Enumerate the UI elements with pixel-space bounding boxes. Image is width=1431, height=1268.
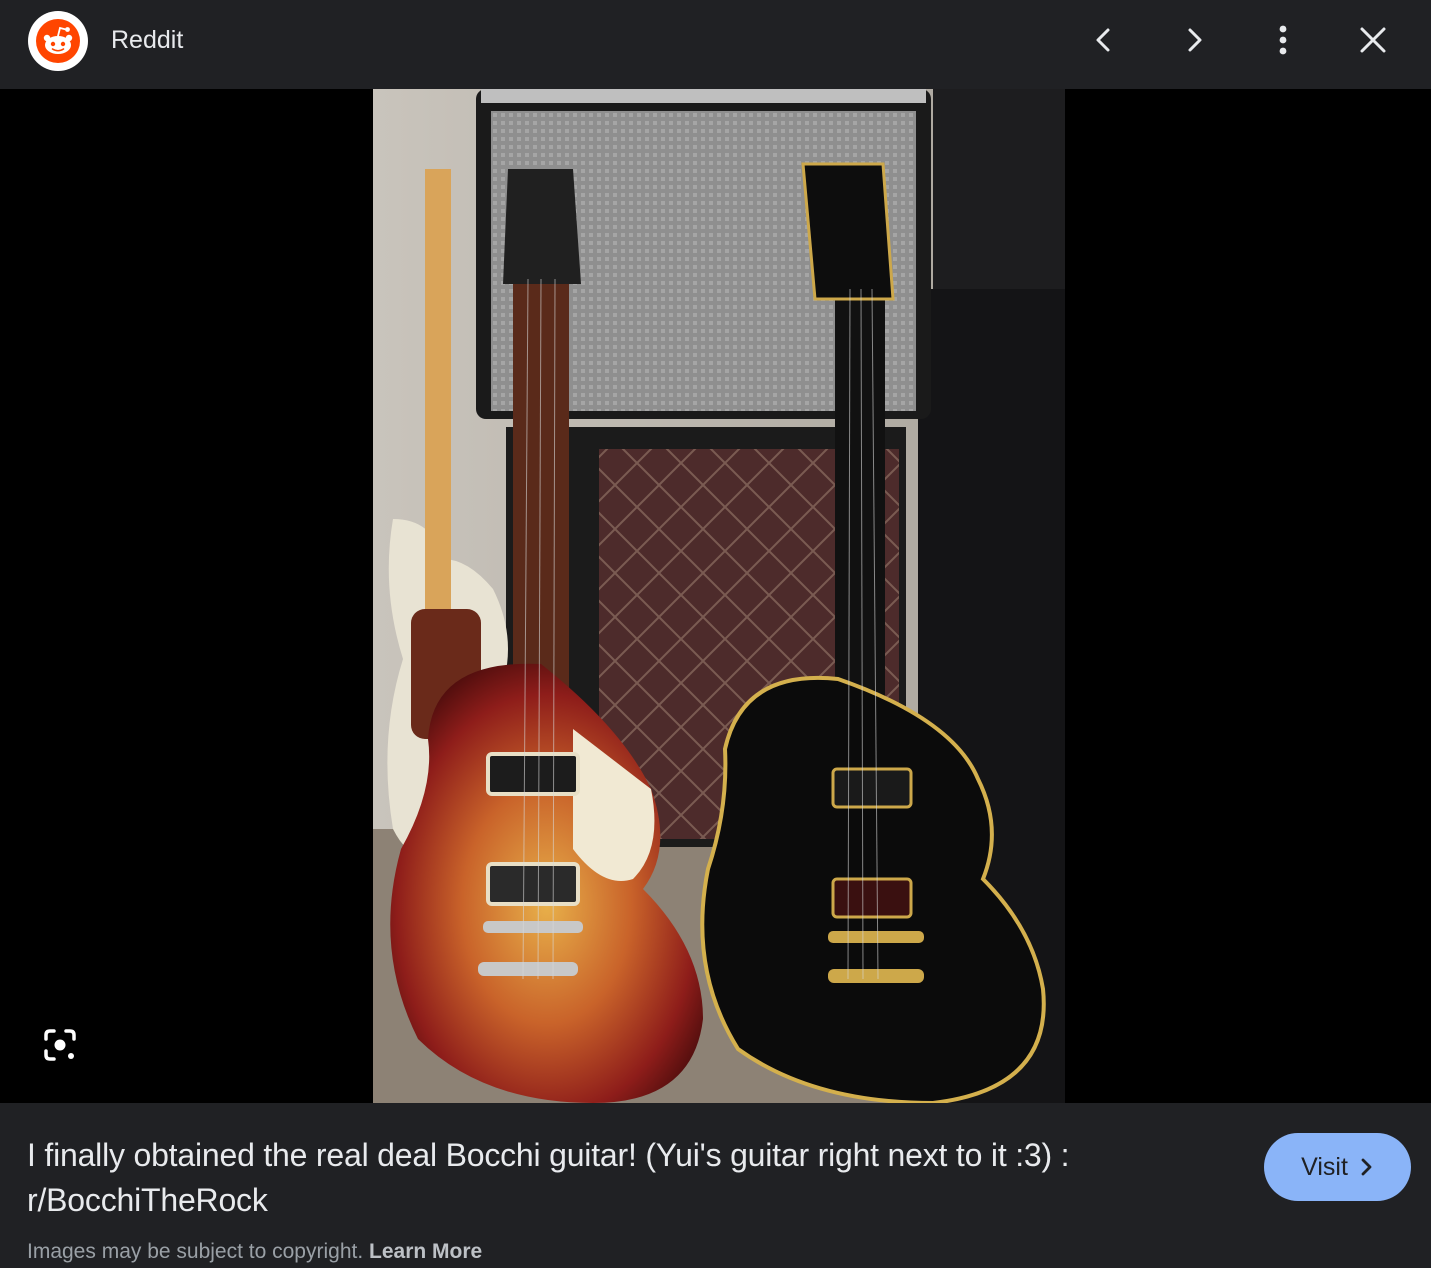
next-button[interactable] bbox=[1171, 17, 1217, 63]
more-options-button[interactable] bbox=[1260, 17, 1306, 63]
info-panel: I finally obtained the real deal Bocchi … bbox=[0, 1103, 1431, 1268]
visit-label: Visit bbox=[1301, 1152, 1348, 1181]
image-title[interactable]: I finally obtained the real deal Bocchi … bbox=[27, 1133, 1217, 1223]
learn-more-link[interactable]: Learn More bbox=[369, 1240, 482, 1263]
image-stage bbox=[0, 89, 1431, 1103]
more-vert-icon bbox=[1279, 25, 1287, 55]
close-icon bbox=[1360, 27, 1386, 53]
chevron-right-icon bbox=[1188, 28, 1202, 52]
visual-search-button[interactable] bbox=[36, 1021, 84, 1069]
previous-button[interactable] bbox=[1081, 17, 1127, 63]
lens-icon bbox=[44, 1029, 76, 1061]
chevron-left-icon bbox=[1096, 28, 1110, 52]
chevron-right-icon bbox=[1361, 1158, 1372, 1176]
site-name[interactable]: Reddit bbox=[111, 26, 183, 55]
top-bar: Reddit bbox=[0, 0, 1431, 89]
guitar-photo[interactable] bbox=[373, 89, 1065, 1103]
reddit-logo-icon[interactable] bbox=[28, 11, 88, 71]
copyright-text: Images may be subject to copyright. bbox=[27, 1240, 364, 1263]
close-button[interactable] bbox=[1350, 17, 1396, 63]
image-viewer: Reddit I finally obtained the real deal … bbox=[0, 0, 1431, 1268]
visit-button[interactable]: Visit bbox=[1264, 1133, 1411, 1201]
copyright-notice: Images may be subject to copyright. Lear… bbox=[27, 1240, 482, 1264]
